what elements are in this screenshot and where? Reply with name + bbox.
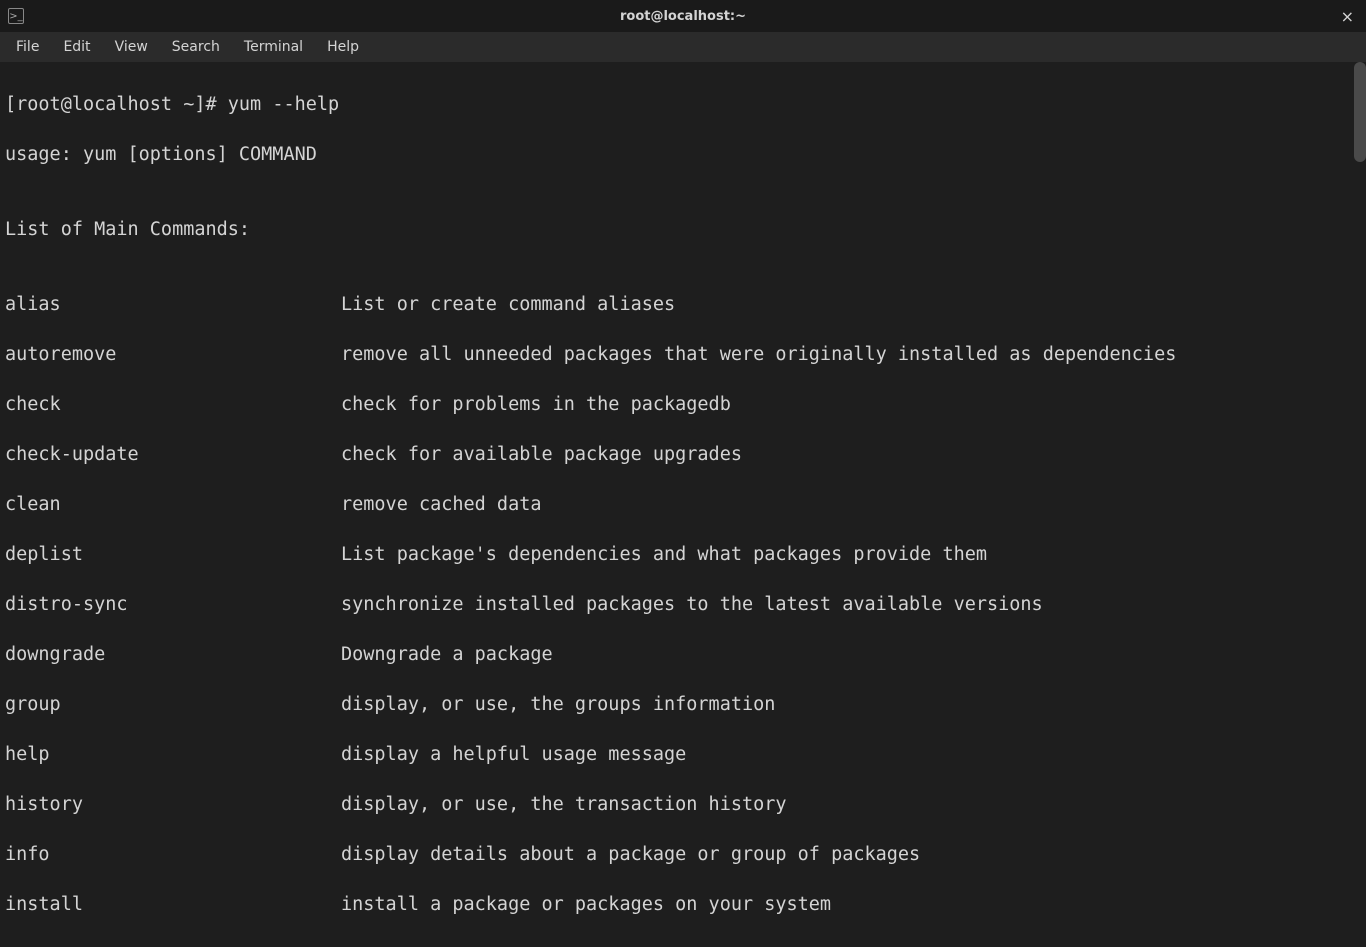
command-name: help xyxy=(5,742,341,767)
command-desc: synchronize installed packages to the la… xyxy=(341,592,1043,617)
command-name: install xyxy=(5,892,341,917)
command-row: downgradeDowngrade a package xyxy=(5,642,1361,667)
window-title: root@localhost:~ xyxy=(620,9,746,24)
command-desc: display, or use, the transaction history xyxy=(341,792,787,817)
command-row: checkcheck for problems in the packagedb xyxy=(5,392,1361,417)
command-row: cleanremove cached data xyxy=(5,492,1361,517)
command-desc: install a package or packages on your sy… xyxy=(341,892,831,917)
command-name: deplist xyxy=(5,542,341,567)
command-name: distro-sync xyxy=(5,592,341,617)
window-titlebar: >_ root@localhost:~ × xyxy=(0,0,1366,32)
command-name: check-update xyxy=(5,442,341,467)
command-row: deplistList package's dependencies and w… xyxy=(5,542,1361,567)
command-desc: List or create command aliases xyxy=(341,292,675,317)
command-desc: check for available package upgrades xyxy=(341,442,742,467)
menu-help[interactable]: Help xyxy=(315,35,371,59)
command-name: clean xyxy=(5,492,341,517)
menu-terminal[interactable]: Terminal xyxy=(232,35,315,59)
command-row: autoremoveremove all unneeded packages t… xyxy=(5,342,1361,367)
command-desc: display a helpful usage message xyxy=(341,742,686,767)
command-desc: display details about a package or group… xyxy=(341,842,920,867)
command-name: alias xyxy=(5,292,341,317)
command-row: aliasList or create command aliases xyxy=(5,292,1361,317)
menu-bar: File Edit View Search Terminal Help xyxy=(0,32,1366,62)
command-name: group xyxy=(5,692,341,717)
command-row: distro-syncsynchronize installed package… xyxy=(5,592,1361,617)
section-header: List of Main Commands: xyxy=(5,217,1361,242)
command-row: historydisplay, or use, the transaction … xyxy=(5,792,1361,817)
command-desc: List package's dependencies and what pac… xyxy=(341,542,987,567)
menu-file[interactable]: File xyxy=(4,35,51,59)
terminal-output[interactable]: [root@localhost ~]# yum --help usage: yu… xyxy=(0,62,1366,947)
scrollbar[interactable] xyxy=(1354,62,1366,162)
command-desc: remove cached data xyxy=(341,492,541,517)
command-desc: display, or use, the groups information xyxy=(341,692,775,717)
command-row: infodisplay details about a package or g… xyxy=(5,842,1361,867)
command-name: downgrade xyxy=(5,642,341,667)
menu-search[interactable]: Search xyxy=(160,35,232,59)
command-row: groupdisplay, or use, the groups informa… xyxy=(5,692,1361,717)
command-name: info xyxy=(5,842,341,867)
command-desc: remove all unneeded packages that were o… xyxy=(341,342,1176,367)
command-desc: Downgrade a package xyxy=(341,642,553,667)
command-name: history xyxy=(5,792,341,817)
command-name: autoremove xyxy=(5,342,341,367)
menu-edit[interactable]: Edit xyxy=(51,35,102,59)
shell-prompt: [root@localhost ~]# xyxy=(5,92,228,117)
menu-view[interactable]: View xyxy=(103,35,160,59)
terminal-icon: >_ xyxy=(8,8,24,24)
command-row: helpdisplay a helpful usage message xyxy=(5,742,1361,767)
command-row: check-updatecheck for available package … xyxy=(5,442,1361,467)
usage-line: usage: yum [options] COMMAND xyxy=(5,142,1361,167)
command-name: check xyxy=(5,392,341,417)
shell-command: yum --help xyxy=(228,92,339,117)
command-desc: check for problems in the packagedb xyxy=(341,392,731,417)
command-row: installinstall a package or packages on … xyxy=(5,892,1361,917)
close-button[interactable]: × xyxy=(1337,7,1358,26)
